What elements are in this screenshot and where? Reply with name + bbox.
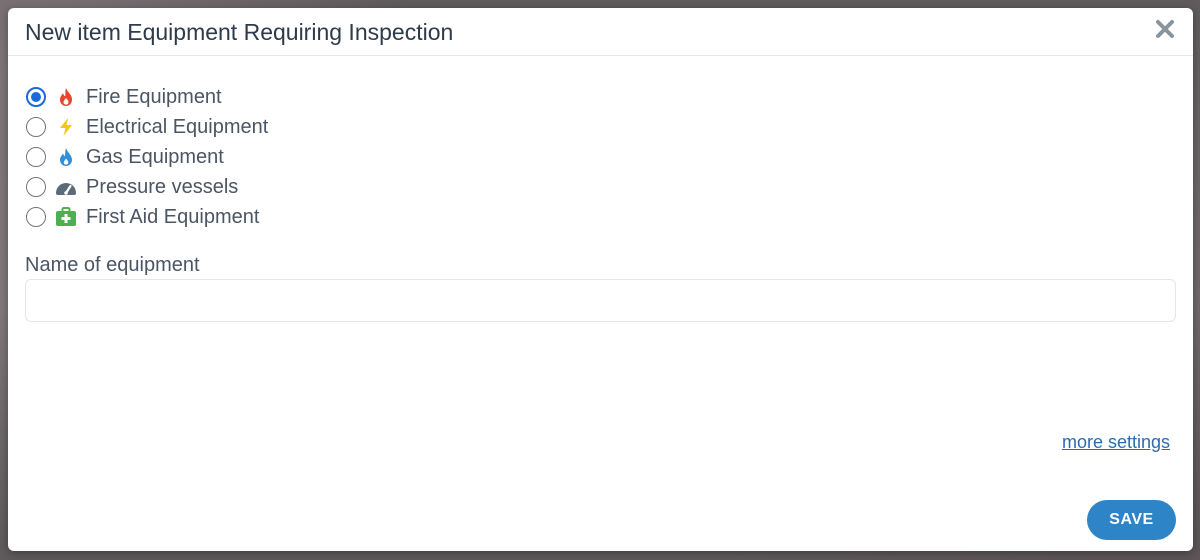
gas-drop-icon	[55, 146, 77, 168]
radio-electrical-equipment[interactable]	[26, 117, 46, 137]
option-label: Electrical Equipment	[86, 115, 269, 138]
name-of-equipment-label: Name of equipment	[25, 254, 200, 276]
option-electrical-equipment[interactable]: Electrical Equipment	[26, 112, 268, 142]
dialog-header: New item Equipment Requiring Inspection	[8, 8, 1193, 56]
radio-first-aid-equipment[interactable]	[26, 207, 46, 227]
option-gas-equipment[interactable]: Gas Equipment	[26, 142, 268, 172]
new-item-dialog: New item Equipment Requiring Inspection …	[8, 8, 1193, 551]
radio-fire-equipment[interactable]	[26, 87, 46, 107]
option-label: Fire Equipment	[86, 85, 222, 108]
radio-pressure-vessels[interactable]	[26, 177, 46, 197]
gauge-icon	[55, 176, 77, 198]
more-settings-link[interactable]: more settings	[1062, 432, 1170, 453]
option-label: Pressure vessels	[86, 175, 239, 198]
dialog-title: New item Equipment Requiring Inspection	[25, 19, 454, 45]
save-button[interactable]: SAVE	[1087, 500, 1176, 540]
name-of-equipment-input[interactable]	[25, 279, 1176, 322]
equipment-type-radio-group: Fire Equipment Electrical Equipment Gas …	[26, 82, 268, 232]
lightning-icon	[55, 116, 77, 138]
fire-icon	[55, 86, 77, 108]
close-icon[interactable]	[1154, 18, 1176, 40]
option-pressure-vessels[interactable]: Pressure vessels	[26, 172, 268, 202]
option-fire-equipment[interactable]: Fire Equipment	[26, 82, 268, 112]
first-aid-kit-icon	[55, 206, 77, 228]
radio-gas-equipment[interactable]	[26, 147, 46, 167]
option-label: Gas Equipment	[86, 145, 224, 168]
option-first-aid-equipment[interactable]: First Aid Equipment	[26, 202, 268, 232]
option-label: First Aid Equipment	[86, 205, 260, 228]
